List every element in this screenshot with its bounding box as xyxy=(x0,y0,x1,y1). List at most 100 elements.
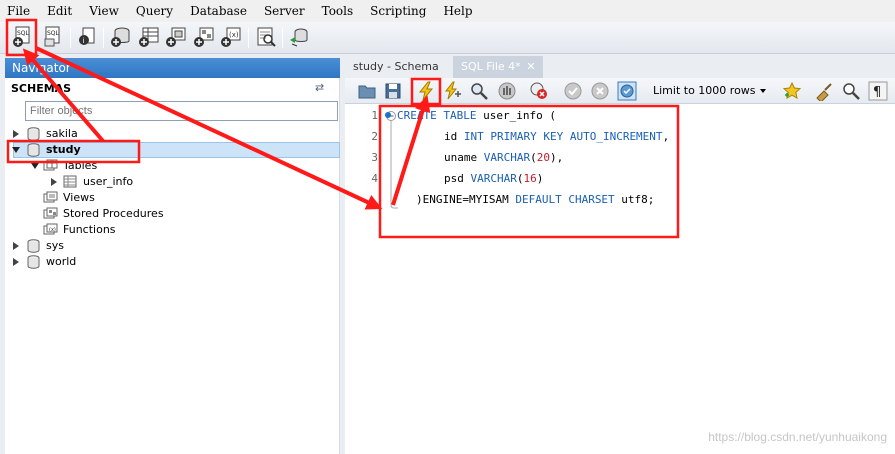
tree-item-views[interactable]: Views xyxy=(43,190,303,206)
menu-edit[interactable]: Edit xyxy=(39,0,81,22)
functions-folder-icon: (x) xyxy=(43,223,58,235)
execute-lightning-icon[interactable] xyxy=(416,81,436,101)
sql-keyword: VARCHAR xyxy=(470,172,517,185)
views-folder-icon xyxy=(43,191,58,203)
expand-arrow-icon[interactable] xyxy=(13,242,19,250)
new-sql-tab-icon[interactable]: SQL xyxy=(12,26,34,48)
menu-scripting[interactable]: Scripting xyxy=(362,0,435,22)
auto-commit-toggle-icon[interactable] xyxy=(617,81,637,101)
tree-item-stored-procedures[interactable]: Stored Procedures xyxy=(43,206,303,222)
tree-item-label: Tables xyxy=(63,159,98,172)
execute-current-icon[interactable] xyxy=(442,81,462,101)
inspector-icon[interactable]: i xyxy=(76,26,98,48)
schemas-label: SCHEMAS xyxy=(11,82,72,95)
tab-label: SQL File 4* xyxy=(461,60,521,73)
main-toolbar: SQL SQL i (x) xyxy=(0,22,895,54)
add-snippet-star-icon[interactable] xyxy=(782,81,802,101)
create-procedure-icon[interactable] xyxy=(193,26,215,48)
sql-keyword: CREATE TABLE xyxy=(397,109,477,122)
sql-editor[interactable]: 1 2 3 4 CREATE TABLE user_info ( id INT … xyxy=(345,104,895,454)
fold-marker-icon[interactable] xyxy=(383,111,399,213)
create-function-icon[interactable]: (x) xyxy=(220,26,242,48)
sql-identifier: uname xyxy=(444,151,478,164)
create-view-icon[interactable] xyxy=(165,26,187,48)
reconnect-icon[interactable] xyxy=(288,26,310,48)
tree-item-label: user_info xyxy=(83,175,134,188)
svg-text:(x): (x) xyxy=(229,31,239,39)
open-file-icon[interactable] xyxy=(357,81,377,101)
procedures-folder-icon xyxy=(43,207,58,219)
toolbar-separator xyxy=(282,28,283,48)
menu-file[interactable]: File xyxy=(0,0,39,22)
toggle-stop-on-error-icon[interactable] xyxy=(529,81,549,101)
open-sql-script-icon[interactable]: SQL xyxy=(42,26,64,48)
find-magnifier-icon[interactable] xyxy=(841,81,861,101)
chevron-down-icon xyxy=(760,89,766,93)
svg-text:SQL: SQL xyxy=(17,30,30,37)
schema-label: sys xyxy=(46,239,64,252)
search-table-data-icon[interactable] xyxy=(255,26,277,48)
tab-sql-file-4[interactable]: SQL File 4* ✕ xyxy=(453,56,543,78)
menu-tools[interactable]: Tools xyxy=(314,0,363,22)
editor-tab-strip: study - Schema SQL File 4* ✕ xyxy=(345,56,895,78)
menu-query[interactable]: Query xyxy=(128,0,182,22)
database-icon xyxy=(27,127,40,141)
sql-text: )ENGINE=MYISAM xyxy=(416,193,509,206)
sql-text: user_info ( xyxy=(476,109,556,122)
create-table-icon[interactable] xyxy=(138,26,160,48)
tree-item-functions[interactable]: (x) Functions xyxy=(43,222,303,238)
toolbar-separator xyxy=(248,28,249,48)
schema-sakila[interactable]: sakila xyxy=(13,126,313,142)
database-icon xyxy=(27,143,40,157)
save-icon[interactable] xyxy=(383,81,403,101)
expand-arrow-icon[interactable] xyxy=(13,258,19,266)
line-gutter: 1 2 3 4 xyxy=(345,104,381,454)
close-icon[interactable]: ✕ xyxy=(525,61,537,73)
schema-world[interactable]: world xyxy=(13,254,313,270)
collapse-arrow-icon[interactable] xyxy=(12,147,20,153)
tables-folder-icon xyxy=(43,159,58,171)
sql-identifier: psd xyxy=(444,172,464,185)
line-number: 1 xyxy=(371,109,378,122)
svg-text:SQL: SQL xyxy=(47,30,60,37)
toolbar-separator xyxy=(70,28,71,48)
current-statement-dot-icon xyxy=(385,112,391,118)
sql-number: 20 xyxy=(536,151,550,164)
tab-study-schema[interactable]: study - Schema xyxy=(345,56,450,78)
svg-text:¶: ¶ xyxy=(873,85,881,100)
menu-view[interactable]: View xyxy=(81,0,128,22)
database-icon xyxy=(27,255,40,269)
schema-label: world xyxy=(46,255,77,268)
schema-sys[interactable]: sys xyxy=(13,238,313,254)
beautify-broom-icon[interactable] xyxy=(814,81,834,101)
tree-item-label: Functions xyxy=(63,223,116,236)
schema-study[interactable]: study xyxy=(12,142,313,158)
code-line-5: )ENGINE=MYISAM DEFAULT CHARSET utf8; xyxy=(416,193,654,206)
menu-database[interactable]: Database xyxy=(182,0,256,22)
navigator-header: Navigator xyxy=(5,58,340,78)
rollback-cancel-icon[interactable] xyxy=(590,81,610,101)
expand-arrow-icon[interactable] xyxy=(13,130,19,138)
commit-check-icon[interactable] xyxy=(563,81,583,101)
explain-magnifier-icon[interactable] xyxy=(469,81,489,101)
limit-rows-label: Limit to 1000 rows xyxy=(653,84,756,97)
menu-server[interactable]: Server xyxy=(256,0,314,22)
collapse-arrow-icon[interactable] xyxy=(31,163,39,169)
schema-label: sakila xyxy=(46,127,78,140)
menu-help[interactable]: Help xyxy=(435,0,481,22)
limit-rows-select[interactable]: Limit to 1000 rows xyxy=(647,82,769,100)
sql-keyword: INT PRIMARY KEY AUTO_INCREMENT xyxy=(463,130,663,143)
table-icon xyxy=(63,175,77,188)
menu-bar: File Edit View Query Database Server Too… xyxy=(0,0,895,22)
table-user-info[interactable]: user_info xyxy=(51,174,311,190)
invisible-chars-pilcrow-icon[interactable]: ¶ xyxy=(868,81,888,101)
expand-arrow-icon[interactable] xyxy=(51,178,57,186)
sql-keyword: VARCHAR xyxy=(483,151,531,164)
sql-number: 16 xyxy=(523,172,537,185)
schema-label: study xyxy=(46,143,81,156)
create-schema-icon[interactable] xyxy=(110,26,132,48)
tree-item-tables[interactable]: Tables xyxy=(31,158,311,174)
filter-objects-input[interactable] xyxy=(25,101,338,121)
refresh-schemas-icon[interactable]: ⇄ xyxy=(315,82,327,94)
stop-hand-icon[interactable] xyxy=(497,81,517,101)
